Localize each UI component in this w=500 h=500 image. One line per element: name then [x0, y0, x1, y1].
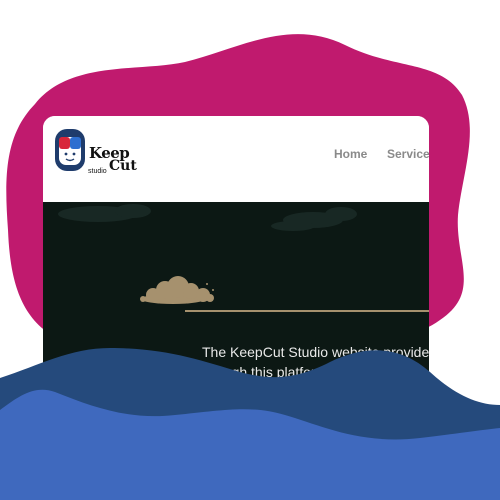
- hero-line: hair-cutting exp: [207, 384, 303, 400]
- hero-line: Through this platform: [195, 364, 328, 380]
- hero-section: The KeepCut Studio website provides Thro…: [43, 202, 429, 500]
- hero-description: The KeepCut Studio website provides Thro…: [195, 342, 429, 402]
- hero-line: The KeepCut Studio website provides: [202, 344, 429, 360]
- keepcut-logo[interactable]: Keep Cut studio: [54, 129, 137, 185]
- nav-services-link[interactable]: Service: [387, 147, 429, 161]
- nav-home-link[interactable]: Home: [334, 147, 367, 161]
- browser-mockup-card: Keep Cut studio Home Service The KeepCut…: [43, 116, 429, 500]
- logo-cut-text: Cut: [109, 158, 137, 174]
- cloud-icon: [140, 276, 214, 304]
- horizon-line: [185, 310, 429, 312]
- navbar: Keep Cut studio Home Service: [43, 116, 429, 202]
- logo-studio-text: studio: [88, 168, 107, 175]
- barber-pole-icon: [55, 129, 85, 171]
